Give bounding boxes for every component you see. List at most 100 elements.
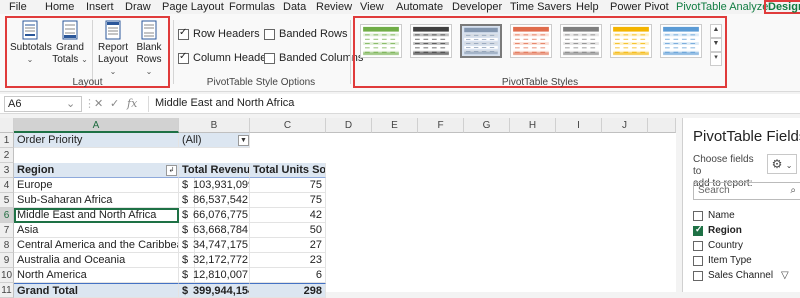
formula-input[interactable]: Middle East and North Africa <box>148 96 294 112</box>
selected-region-cell[interactable]: Middle East and North Africa <box>14 208 179 223</box>
revenue-cell[interactable]: 63,668,784 <box>190 223 250 238</box>
column-header-j[interactable]: J <box>602 118 648 133</box>
cancel-icon[interactable]: ✕ <box>94 97 103 110</box>
style-swatch-blue[interactable] <box>660 24 702 58</box>
report-layout-button[interactable]: Report Layout ⌄ <box>96 20 130 78</box>
field-search-input[interactable]: Search ⌕ <box>693 182 800 200</box>
column-header-d[interactable]: D <box>326 118 372 133</box>
revenue-cell[interactable]: 32,172,772 <box>190 253 250 268</box>
region-cell[interactable]: North America <box>14 268 179 283</box>
row-header[interactable]: 2 <box>0 148 14 163</box>
revenue-cell[interactable]: 103,931,099 <box>190 178 250 193</box>
grand-total-revenue-cell[interactable]: 399,944,154 <box>190 283 250 298</box>
column-header-f[interactable]: F <box>418 118 464 133</box>
units-cell[interactable]: 75 <box>250 193 326 208</box>
menu-developer[interactable]: Developer <box>452 0 502 14</box>
row-header[interactable]: 7 <box>0 223 14 238</box>
region-cell[interactable]: Sub-Saharan Africa <box>14 193 179 208</box>
style-swatch-orange-red[interactable] <box>510 24 552 58</box>
revenue-cell[interactable]: 66,076,775 <box>190 208 250 223</box>
region-cell[interactable]: Asia <box>14 223 179 238</box>
revenue-header-cell[interactable]: Total Revenue <box>179 163 250 178</box>
region-header-cell[interactable]: Region <box>14 163 179 178</box>
column-header-g[interactable]: G <box>464 118 510 133</box>
column-headers-checkbox[interactable]: Column Headers <box>178 51 276 64</box>
field-checkbox[interactable] <box>693 224 703 236</box>
column-header-a[interactable]: A <box>14 118 179 133</box>
banded-columns-checkbox[interactable]: Banded Columns <box>264 52 363 64</box>
menu-design[interactable]: Design <box>764 0 800 14</box>
menu-home[interactable]: Home <box>45 0 74 14</box>
region-cell[interactable]: Europe <box>14 178 179 193</box>
subtotals-button[interactable]: Subtotals ⌄ <box>10 20 52 66</box>
menu-data[interactable]: Data <box>283 0 306 14</box>
filter-label-cell[interactable]: Order Priority <box>14 133 179 148</box>
field-item[interactable]: Region <box>693 224 742 236</box>
field-item[interactable]: Sales Channel <box>693 270 773 281</box>
function-icon[interactable]: fx <box>127 97 137 110</box>
style-swatch-gray-selected[interactable] <box>460 24 502 58</box>
menu-help[interactable]: Help <box>576 0 599 14</box>
style-swatch-green[interactable] <box>360 24 402 58</box>
region-cell[interactable]: Australia and Oceania <box>14 253 179 268</box>
menu-review[interactable]: Review <box>316 0 352 14</box>
select-all-corner[interactable] <box>0 118 14 133</box>
settings-button[interactable]: ⚙ ⌄ <box>767 154 797 174</box>
column-header-h[interactable]: H <box>510 118 556 133</box>
enter-icon[interactable]: ✓ <box>110 97 119 110</box>
menu-automate[interactable]: Automate <box>396 0 443 14</box>
column-header-k[interactable] <box>648 118 676 133</box>
units-header-cell[interactable]: Total Units Sold <box>250 163 326 178</box>
filter-dropdown-icon[interactable]: ▼ <box>238 135 249 146</box>
revenue-cell[interactable]: 12,810,007 <box>190 268 250 283</box>
row-header[interactable]: 8 <box>0 238 14 253</box>
row-header[interactable]: 1 <box>0 133 14 148</box>
row-headers-checkbox[interactable]: Row Headers <box>178 27 260 40</box>
menu-page-layout[interactable]: Page Layout <box>162 0 224 14</box>
region-cell[interactable]: Central America and the Caribbean <box>14 238 179 253</box>
field-checkbox[interactable] <box>693 210 703 221</box>
row-header[interactable]: 11 <box>0 283 14 298</box>
menu-formulas[interactable]: Formulas <box>229 0 275 14</box>
grand-totals-button[interactable]: Grand Totals ⌄ <box>52 20 88 66</box>
blank-rows-button[interactable]: Blank Rows ⌄ <box>132 20 166 78</box>
units-cell[interactable]: 6 <box>250 268 326 283</box>
filter-icon[interactable]: ▽ <box>781 270 789 281</box>
menu-pivottable-analyze[interactable]: PivotTable Analyze <box>676 0 768 14</box>
field-item[interactable]: Name <box>693 210 735 221</box>
column-header-e[interactable]: E <box>372 118 418 133</box>
style-swatch-gold[interactable] <box>610 24 652 58</box>
style-swatch-dark[interactable] <box>410 24 452 58</box>
column-header-c[interactable]: C <box>250 118 326 133</box>
menu-draw[interactable]: Draw <box>125 0 151 14</box>
revenue-cell[interactable]: 34,747,175 <box>190 238 250 253</box>
units-cell[interactable]: 23 <box>250 253 326 268</box>
field-item[interactable]: Country <box>693 240 743 251</box>
row-header[interactable]: 5 <box>0 193 14 208</box>
units-cell[interactable]: 50 <box>250 223 326 238</box>
row-header[interactable]: 3 <box>0 163 14 178</box>
chevron-down-icon[interactable]: ⌄ <box>66 97 75 110</box>
revenue-cell[interactable]: 86,537,542 <box>190 193 250 208</box>
menu-view[interactable]: View <box>360 0 384 14</box>
field-checkbox[interactable] <box>693 255 703 266</box>
units-cell[interactable]: 27 <box>250 238 326 253</box>
row-header[interactable]: 9 <box>0 253 14 268</box>
style-swatch-gray[interactable] <box>560 24 602 58</box>
row-header[interactable]: 6 <box>0 208 14 223</box>
row-header[interactable]: 10 <box>0 268 14 283</box>
units-cell[interactable]: 75 <box>250 178 326 193</box>
field-checkbox[interactable] <box>693 270 703 281</box>
grand-total-label-cell[interactable]: Grand Total <box>14 283 179 298</box>
banded-rows-checkbox[interactable]: Banded Rows <box>264 28 348 40</box>
field-item[interactable]: Item Type <box>693 255 752 266</box>
menu-insert[interactable]: Insert <box>86 0 114 14</box>
gallery-scroll-up[interactable]: ▲ <box>710 24 722 38</box>
menu-file[interactable]: File <box>9 0 27 14</box>
menu-power-pivot[interactable]: Power Pivot <box>610 0 669 14</box>
grand-total-units-cell[interactable]: 298 <box>250 283 326 298</box>
column-header-b[interactable]: B <box>179 118 250 133</box>
region-filter-icon[interactable]: ↲ <box>166 165 177 176</box>
field-checkbox[interactable] <box>693 240 703 251</box>
row-header[interactable]: 4 <box>0 178 14 193</box>
